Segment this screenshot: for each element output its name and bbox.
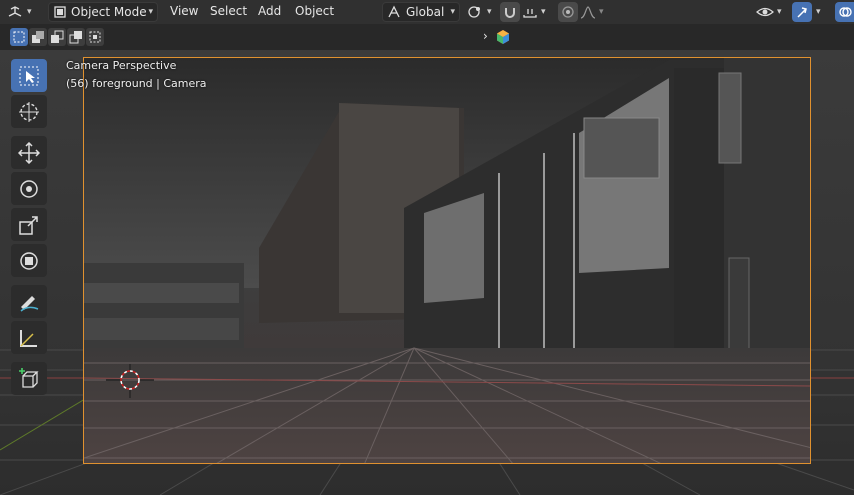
- transform-icon: [20, 251, 38, 270]
- falloff-dropdown[interactable]: ▾: [580, 2, 608, 22]
- select-extend-icon: [32, 31, 44, 43]
- tool-measure[interactable]: [11, 321, 47, 354]
- tool-select-box[interactable]: [11, 59, 47, 92]
- snap-target-dropdown[interactable]: ▾: [522, 2, 552, 22]
- chevron-down-icon: ▾: [816, 7, 821, 17]
- eye-icon: [756, 7, 774, 17]
- tool-settings-bar: ›: [0, 24, 854, 50]
- select-box-icon: [19, 66, 39, 85]
- select-subtract-button[interactable]: [48, 28, 66, 46]
- select-set-icon: [13, 31, 25, 43]
- chevron-down-icon: ▾: [450, 7, 455, 17]
- visibility-dropdown[interactable]: ▾: [756, 2, 788, 22]
- select-subtract-icon: [51, 30, 64, 43]
- expand-arrow-icon[interactable]: ›: [483, 29, 488, 43]
- rotate-icon: [20, 179, 38, 198]
- select-intersect-button[interactable]: [86, 28, 104, 46]
- falloff-curve-icon: [580, 6, 596, 19]
- select-new-button[interactable]: [10, 28, 28, 46]
- select-invert-icon: [69, 31, 82, 44]
- viewport-header: ▾ Object Mode ▾ View Select Add Object G…: [0, 0, 854, 24]
- pivot-icon: [468, 6, 480, 18]
- background-image: [84, 58, 810, 463]
- orientation-label: Global: [406, 5, 445, 19]
- chevron-down-icon: ▾: [487, 7, 492, 17]
- 3d-cursor-icon[interactable]: [106, 360, 154, 400]
- transform-orientation-dropdown[interactable]: Global ▾: [382, 2, 460, 22]
- menu-object[interactable]: Object: [295, 4, 334, 18]
- scale-icon: [19, 215, 38, 235]
- chevron-down-icon: ▾: [27, 7, 32, 17]
- menu-select[interactable]: Select: [210, 4, 247, 18]
- tool-rotate[interactable]: [11, 172, 47, 205]
- orientation-axes-icon: [388, 5, 400, 18]
- menu-view[interactable]: View: [170, 4, 198, 18]
- cursor-icon: [19, 101, 39, 122]
- editor-type-button[interactable]: ▾: [6, 2, 42, 22]
- select-extend-button[interactable]: [29, 28, 47, 46]
- view-info-label: (56) foreground | Camera: [66, 77, 207, 90]
- snap-toggle[interactable]: [500, 2, 520, 22]
- tool-annotate[interactable]: [11, 285, 47, 318]
- gizmo-icon: [797, 7, 807, 18]
- view-name-label: Camera Perspective: [66, 59, 177, 72]
- ruler-icon: [20, 329, 37, 347]
- proportional-editing-toggle[interactable]: [558, 2, 578, 22]
- menu-add[interactable]: Add: [258, 4, 281, 18]
- tool-add-cube[interactable]: [11, 362, 47, 395]
- camera-frame: [83, 57, 811, 464]
- mode-dropdown[interactable]: Object Mode ▾: [48, 2, 158, 22]
- tool-scale[interactable]: [11, 208, 47, 241]
- object-mode-icon: [54, 6, 66, 18]
- mode-label: Object Mode: [71, 5, 147, 19]
- add-cube-icon: [19, 367, 39, 388]
- chevron-down-icon: ▾: [599, 7, 604, 17]
- move-icon: [18, 141, 40, 164]
- 3d-viewport-icon: [8, 6, 22, 17]
- chevron-down-icon: ▾: [777, 7, 782, 17]
- snap-increment-icon: [523, 9, 537, 18]
- tool-shelf: [11, 59, 47, 398]
- chevron-down-icon: ▾: [541, 7, 546, 17]
- 3d-viewport[interactable]: Camera Perspective (56) foreground | Cam…: [0, 50, 854, 495]
- object-data-icon[interactable]: [496, 29, 510, 45]
- tool-transform[interactable]: [11, 244, 47, 277]
- select-intersect-icon: [89, 31, 101, 43]
- chevron-down-icon: ▾: [148, 7, 153, 17]
- gizmo-dropdown[interactable]: ▾: [813, 2, 827, 22]
- tool-cursor[interactable]: [11, 95, 47, 128]
- magnet-icon: [505, 8, 515, 18]
- gizmo-toggle[interactable]: [792, 2, 812, 22]
- select-invert-button[interactable]: [67, 28, 85, 46]
- tool-move[interactable]: [11, 136, 47, 169]
- pivot-point-dropdown[interactable]: ▾: [466, 2, 496, 22]
- overlays-icon: [838, 7, 852, 17]
- overlays-toggle[interactable]: [835, 2, 854, 22]
- annotate-pencil-icon: [20, 295, 39, 312]
- proportional-editing-icon: [562, 6, 574, 18]
